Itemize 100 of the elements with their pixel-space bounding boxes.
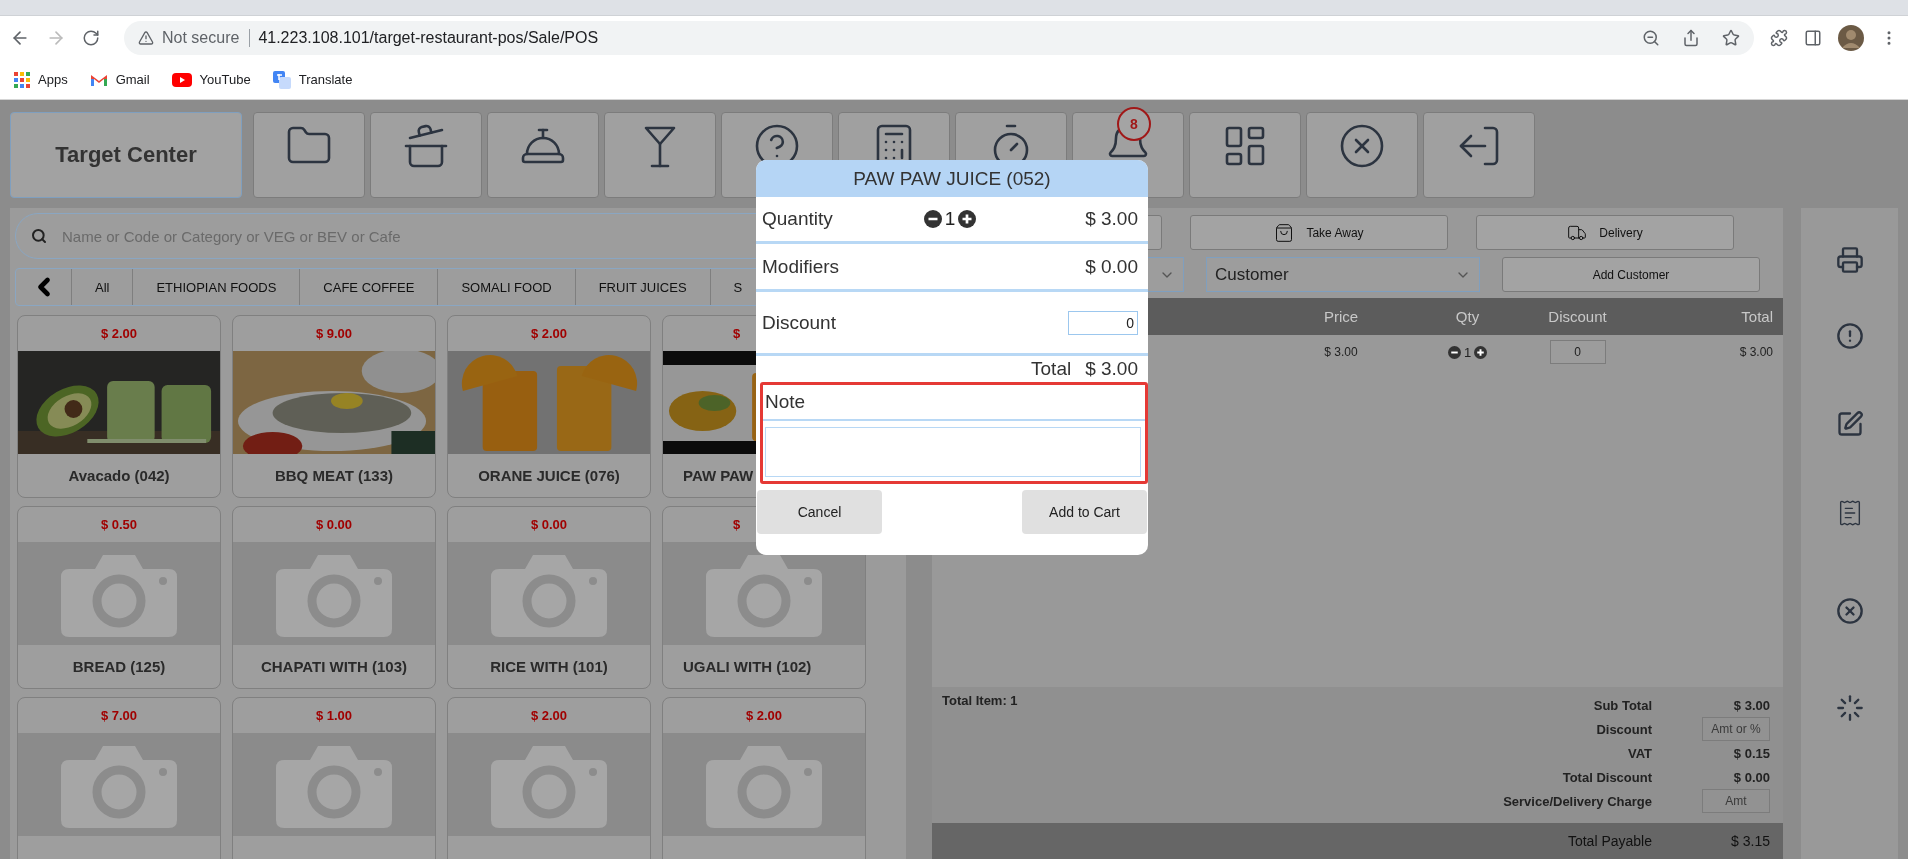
cooking-pot-icon [402,122,450,170]
toolbar-button[interactable] [253,112,365,198]
dialog-title: PAW PAW JUICE (052) [853,167,1051,190]
decrease-button[interactable] [1447,345,1461,359]
increase-button[interactable] [958,210,977,228]
price-cell-text: $ 3.00 [1323,345,1359,359]
product-price: $ 2.00 [530,708,568,723]
toolbar-button[interactable] [1306,112,1418,198]
alert-icon[interactable] [1835,322,1864,350]
product-name: PAW PAW [683,467,754,484]
note-label: Note [765,391,806,413]
product-name: ORANE JUICE (076) [478,467,620,484]
product-price: $ [733,517,741,532]
customer-select[interactable]: Customer [1206,257,1480,292]
bookmark[interactable]: Gmail [89,72,150,87]
store-button[interactable]: Target Center [10,112,242,198]
product-card[interactable]: $ 2.00 Avacado (042) [17,315,221,498]
product-card[interactable]: $ 0.00 RICE WITH (101) [447,506,651,689]
edit-icon[interactable] [1835,410,1864,438]
extensions-icon[interactable] [1770,29,1788,47]
summary-label: Discount [1596,721,1652,737]
close-icon[interactable] [1835,597,1864,625]
product-card[interactable]: $ 0.50 BREAD (125) [17,506,221,689]
mail-icon [89,72,108,87]
customer-value: Customer [1215,264,1289,285]
product-price: $ 2.00 [100,326,138,341]
summary-label: Sub Total [1593,697,1652,713]
product-card[interactable]: $ 0.00 CHAPATI WITH (103) [232,506,436,689]
toolbar-button[interactable] [1423,112,1535,198]
product-price: $ 2.00 [530,326,568,341]
shopping-bag-icon [1274,222,1295,243]
quantity-value: 1 [944,208,956,230]
product-price: $ 7.00 [100,708,138,723]
amount-input[interactable]: Amt [1702,789,1770,813]
decrease-button[interactable] [923,210,942,228]
reload-icon[interactable] [82,29,100,47]
product-card[interactable]: $ 9.00 BBQ MEAT (133) [232,315,436,498]
product-price: $ 0.00 [530,517,568,532]
share-icon[interactable] [1682,29,1700,47]
play-icon [171,72,192,87]
category-tab[interactable]: ETHIOPIAN FOODS [133,269,301,305]
add-customer-button[interactable]: Add Customer [1502,257,1760,292]
total-cell-text: $ 3.00 [1738,345,1774,359]
column-header: Discount [1547,308,1608,325]
summary-value: $ 0.00 [1733,769,1770,785]
category-tab[interactable]: All [72,269,134,305]
column-header: Qty [1454,308,1481,325]
security-label: Not secure [162,29,251,47]
product-name: RICE WITH (101) [490,658,608,675]
amount-input[interactable]: Amt or % [1702,717,1770,741]
category-tab[interactable]: CAFE COFFEE [300,269,439,305]
total-items: Total Item: 1 [942,693,1018,710]
column-header: Total [1740,308,1774,325]
summary-label: Service/Delivery Charge [1503,793,1652,809]
star-icon[interactable] [1722,29,1740,47]
product-price: $ 0.00 [315,517,353,532]
product-name: Avacado (042) [68,467,170,484]
bookmark[interactable]: YouTube [171,72,251,87]
modifiers-price: $ 0.00 [1084,255,1138,278]
address-bar[interactable]: Not secure 41.223.108.101/target-restaurant-pos/Sale/POS [124,21,1754,55]
summary-label: VAT [1627,745,1652,761]
close-icon [1338,122,1386,170]
discount-input[interactable]: 0 [1068,310,1138,335]
total-payable-value: $ 3.15 [1731,833,1770,849]
summary-label: Total Discount [1562,769,1652,785]
cancel-button[interactable]: Cancel [757,490,882,534]
product-card[interactable]: $ 2.00 ORANE JUICE (076) [447,315,651,498]
order-type-button[interactable]: Delivery [1476,215,1734,250]
increase-button[interactable] [1474,345,1488,359]
quantity-price: $ 3.00 [1084,208,1138,230]
warning-icon [138,30,154,46]
loading-icon[interactable] [1835,694,1864,722]
toolbar-button[interactable] [1189,112,1301,198]
url-text: 41.223.108.101/target-restaurant-pos/Sale/POS [258,29,600,47]
toolbar-button[interactable] [604,112,716,198]
column-header: Price [1322,308,1360,325]
total-value: $ 3.00 [1085,358,1138,380]
summary-value: $ 0.15 [1733,745,1770,761]
apps-grid-icon [14,71,30,88]
discount-input[interactable]: 0 [1549,340,1606,364]
zoom-out-icon[interactable] [1642,29,1660,47]
discount-label: Discount [762,311,837,334]
note-field[interactable] [765,427,1141,477]
order-type-button[interactable]: Take Away [1190,215,1448,250]
product-name: BREAD (125) [72,658,166,675]
product-name: UGALI WITH (102) [683,658,812,675]
avatar-icon[interactable] [1838,25,1864,51]
toolbar-button[interactable] [370,112,482,198]
bookmark[interactable]: Translate [272,70,353,89]
side-panel-icon[interactable] [1804,29,1822,47]
category-tab[interactable]: SOMALI FOOD [438,269,576,305]
bookmark[interactable]: Apps [14,71,68,88]
toolbar-button[interactable] [487,112,599,198]
product-name: BBQ MEAT (133) [274,467,394,484]
add-to-cart-button[interactable]: Add to Cart [1022,490,1147,534]
printer-icon[interactable] [1835,246,1864,274]
category-tab[interactable]: FRUIT JUICES [575,269,711,305]
product-price: $ 9.00 [315,326,353,341]
total-label: Total [1031,358,1072,380]
total-payable-label: Total Payable [1567,833,1652,849]
